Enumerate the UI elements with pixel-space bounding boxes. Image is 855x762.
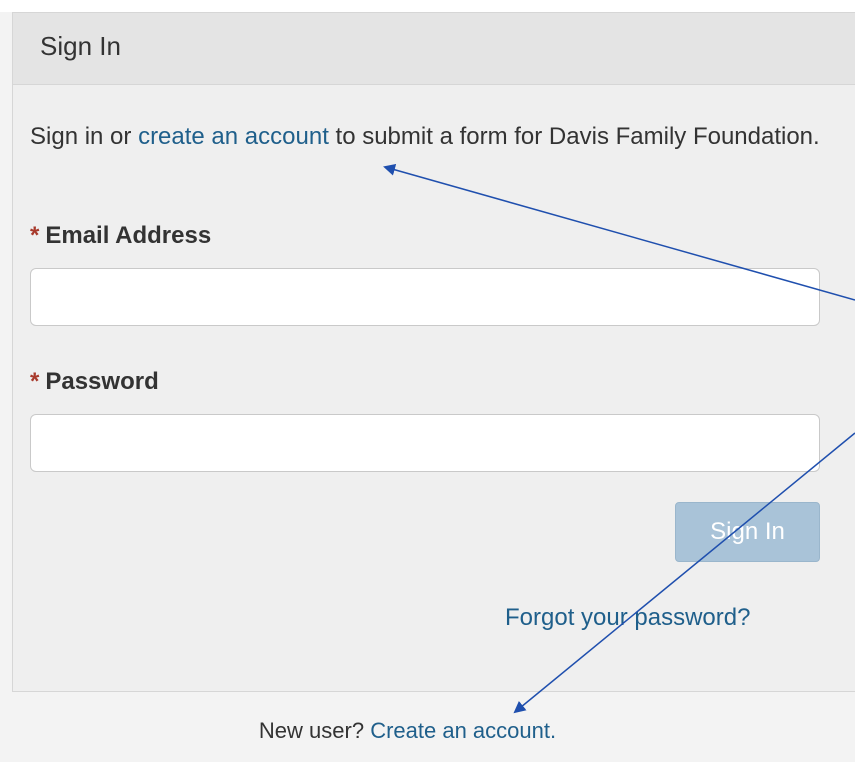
footer-prefix: New user? (258, 718, 371, 743)
sign-in-button[interactable]: Sign In (675, 502, 820, 562)
footer-create-account-link[interactable]: Create an account. (370, 718, 556, 743)
email-label: * Email Address (30, 222, 211, 250)
required-marker: * (30, 368, 40, 395)
password-label-text: Password (45, 368, 159, 395)
forgot-password-link[interactable]: Forgot your password? (505, 604, 750, 632)
sign-in-panel: Sign In (12, 12, 855, 692)
email-input[interactable] (30, 268, 820, 326)
cropped-caption-strip (0, 0, 855, 12)
panel-title: Sign In (40, 31, 121, 61)
intro-prefix: Sign in or (30, 123, 139, 150)
required-marker: * (30, 222, 40, 249)
panel-header: Sign In (13, 13, 855, 85)
intro-suffix: to submit a form for Davis Family Founda… (328, 123, 820, 150)
footer-text: New user? Create an account. (0, 718, 855, 744)
intro-text: Sign in or create an account to submit a… (30, 118, 820, 156)
create-account-link[interactable]: create an account (138, 123, 329, 150)
password-input[interactable] (30, 414, 820, 472)
password-label: * Password (30, 368, 159, 396)
sign-in-page: Sign In Sign in or create an account to … (0, 0, 855, 762)
email-label-text: Email Address (45, 222, 212, 249)
